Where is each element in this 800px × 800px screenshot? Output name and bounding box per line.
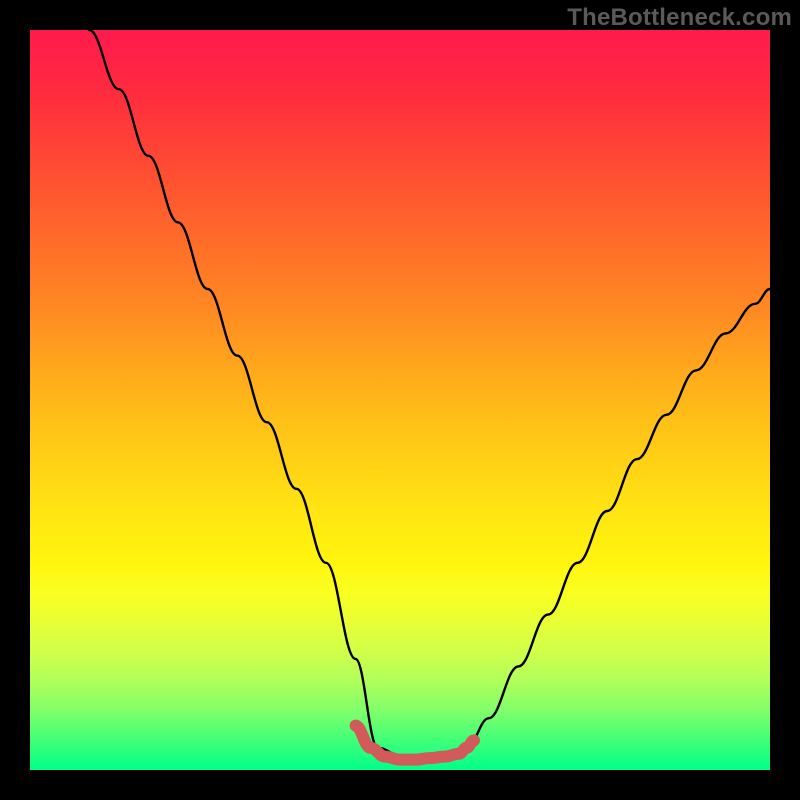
plot-area — [30, 30, 770, 770]
curve-line — [89, 30, 770, 759]
watermark-text: TheBottleneck.com — [567, 4, 792, 32]
trough-marker — [356, 726, 474, 760]
bottleneck-curve-svg — [30, 30, 770, 770]
chart-frame: TheBottleneck.com — [0, 0, 800, 800]
